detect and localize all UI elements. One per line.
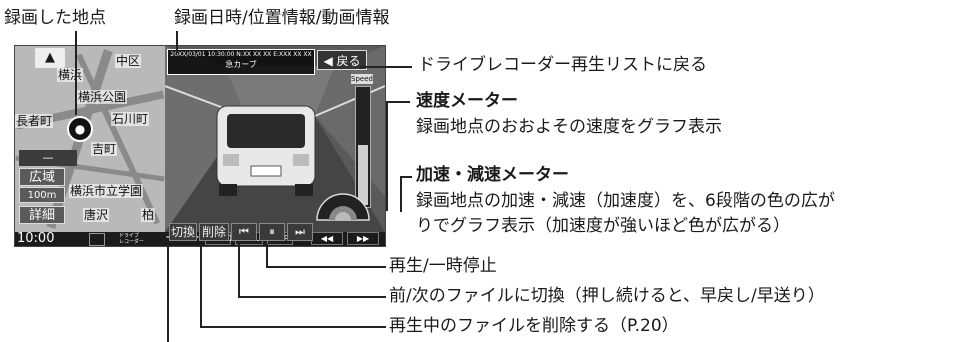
recorded-video: 20XX/03/01 10:30:00 N:XX XX XX E:XXX XX …: [165, 46, 385, 232]
delete-button[interactable]: 削除: [199, 223, 229, 241]
leader-line: [386, 101, 410, 103]
leader-line: [266, 266, 386, 268]
leader-line: [176, 31, 178, 53]
play-pause-callout: 再生/一時停止: [389, 256, 497, 276]
leader-line: [238, 244, 240, 298]
next-file-button[interactable]: ⏭: [287, 223, 313, 241]
map-place: 横浜: [57, 68, 84, 82]
leader-line: [266, 244, 268, 268]
back-callout: ドライブレコーダー再生リストに戻る: [418, 55, 707, 75]
record-event-type: 急カーブ: [225, 60, 257, 69]
scale-indicator: 100m: [19, 187, 65, 203]
leader-line: [400, 176, 402, 212]
back-button-label: 戻る: [336, 54, 361, 68]
speed-label: Speed: [351, 74, 373, 84]
compass-icon[interactable]: ▲: [35, 48, 65, 68]
record-info-box: 20XX/03/01 10:30:00 N:XX XX XX E:XXX XX …: [167, 49, 315, 75]
accel-meter-desc-2: りでグラフ表示（加速度が強いほど色が広がる）: [416, 216, 790, 236]
play-pause-button[interactable]: ⏸: [259, 223, 285, 241]
map-place: 横浜公園: [77, 90, 128, 104]
record-info-label: 録画日時/位置情報/動画情報: [174, 8, 390, 28]
prev-next-callout: 前/次のファイルに切換（押し続けると、早戻し/早送り）: [389, 286, 825, 306]
delete-callout: 再生中のファイルを削除する（P.20）: [389, 316, 679, 336]
speed-meter-desc: 録画地点のおおよその速度をグラフ表示: [416, 117, 722, 137]
record-datetime-position: 20XX/03/01 10:30:00 N:XX XX XX E:XXX XX …: [170, 51, 312, 58]
map-place: 長者町: [15, 114, 54, 128]
map-place: 唐沢: [83, 208, 110, 222]
clock: 10:00: [17, 231, 55, 246]
accel-meter-title: 加速・減速メーター: [416, 165, 569, 185]
recorded-location-icon: ●: [67, 116, 93, 142]
rewind-button[interactable]: ◀◀: [311, 232, 343, 245]
speed-meter-title: 速度メーター: [416, 91, 518, 111]
map-place: 柏: [141, 208, 156, 222]
acceleration-meter: [316, 193, 370, 221]
leader-line: [386, 101, 388, 211]
leader-line: [238, 296, 386, 298]
map-place: 石川町: [111, 112, 150, 126]
recorded-spot-label: 録画した地点: [4, 8, 106, 28]
leader-line: [200, 244, 202, 328]
leader-line: [360, 66, 412, 68]
map-place: 中区: [115, 54, 142, 68]
fast-forward-button[interactable]: ▶▶: [347, 232, 379, 245]
camera-icon[interactable]: [89, 233, 105, 246]
wide-area-button[interactable]: 広域: [19, 168, 65, 186]
map-view[interactable]: ▲ 横浜 中区 横浜公園 石川町 長者町 吉町 横浜市立学園 唐沢 柏 ● — …: [15, 46, 165, 232]
leader-line: [75, 31, 77, 115]
drive-recorder-tab[interactable]: ドライブ レコーダー: [119, 233, 144, 245]
leader-line: [167, 244, 169, 342]
map-place: 横浜市立学園: [69, 184, 144, 198]
navigation-screen: ▲ 横浜 中区 横浜公園 石川町 長者町 吉町 横浜市立学園 唐沢 柏 ● — …: [14, 45, 386, 247]
accel-meter-desc-1: 録画地点の加速・減速（加速度）を、6段階の色の広が: [416, 191, 835, 211]
detail-button[interactable]: 詳細: [19, 206, 65, 224]
leader-line: [200, 326, 386, 328]
previous-file-button[interactable]: ⏮: [231, 223, 257, 241]
back-arrow-icon: ◀: [323, 54, 337, 68]
car-ahead: [216, 105, 316, 196]
switch-button[interactable]: 切換: [169, 223, 197, 241]
map-place: 吉町: [91, 142, 118, 156]
